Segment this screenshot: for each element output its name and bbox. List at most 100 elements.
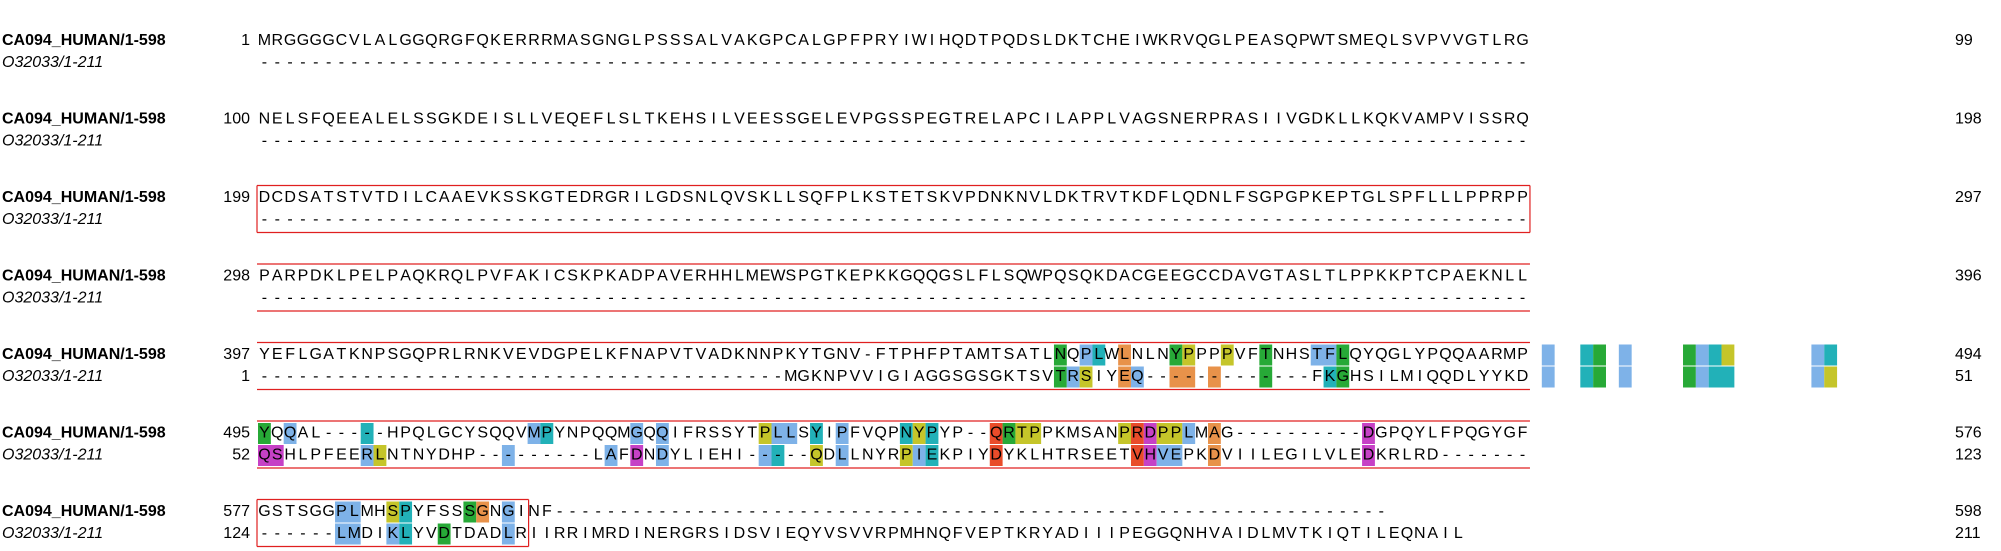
residue: P xyxy=(644,32,655,49)
residue-highlight xyxy=(1593,366,1606,388)
residue: - xyxy=(377,425,382,442)
residue: E xyxy=(670,111,681,128)
residue: - xyxy=(300,54,305,71)
residue: L xyxy=(530,111,539,128)
residue: - xyxy=(1314,211,1319,228)
residue: - xyxy=(827,290,832,307)
residue: S xyxy=(516,189,527,206)
residue: - xyxy=(827,54,832,71)
residue: P xyxy=(567,346,578,363)
residue: - xyxy=(300,290,305,307)
residue: - xyxy=(544,290,549,307)
residue: S xyxy=(1029,32,1040,49)
residue: - xyxy=(865,211,870,228)
residue: Q xyxy=(939,525,951,542)
residue: Q xyxy=(1349,346,1361,363)
residue: Q xyxy=(720,189,732,206)
residue: R xyxy=(554,525,566,542)
residue: - xyxy=(557,133,562,150)
residue: V xyxy=(850,111,861,128)
residue: L xyxy=(1030,447,1039,464)
residue: E xyxy=(362,268,373,285)
residue: K xyxy=(452,111,463,128)
residue: - xyxy=(1109,133,1114,150)
residue: - xyxy=(737,290,742,307)
residue: - xyxy=(1302,54,1307,71)
residue: R xyxy=(438,32,450,49)
residue: S xyxy=(1248,189,1259,206)
residue: K xyxy=(580,268,591,285)
residue: - xyxy=(506,133,511,150)
residue: W xyxy=(1143,32,1159,49)
residue: - xyxy=(621,133,626,150)
residue: - xyxy=(1250,133,1255,150)
residue: P xyxy=(901,346,912,363)
residue: - xyxy=(711,211,716,228)
residue: - xyxy=(403,133,408,150)
residue: F xyxy=(1441,425,1451,442)
residue: - xyxy=(339,133,344,150)
residue: - xyxy=(519,211,524,228)
residue: P xyxy=(1042,268,1053,285)
residue: A xyxy=(362,111,373,128)
residue: I xyxy=(519,503,523,520)
residue: N xyxy=(644,525,656,542)
residue: P xyxy=(336,503,347,520)
residue: - xyxy=(416,54,421,71)
residue: G xyxy=(1298,111,1310,128)
residue: G xyxy=(874,111,886,128)
residue: V xyxy=(1222,447,1233,464)
residue: - xyxy=(1314,290,1319,307)
residue: S xyxy=(1004,346,1015,363)
residue: D xyxy=(1196,189,1208,206)
residue: A xyxy=(1017,346,1028,363)
residue: T xyxy=(889,346,899,363)
residue: K xyxy=(1363,111,1374,128)
residue: - xyxy=(737,211,742,228)
residue: - xyxy=(994,133,999,150)
residue: N xyxy=(695,189,707,206)
residue: G xyxy=(1337,368,1349,385)
residue: I xyxy=(545,525,549,542)
residue: V xyxy=(477,189,488,206)
residue: I xyxy=(1251,447,1255,464)
residue: D xyxy=(657,447,669,464)
residue: - xyxy=(634,290,639,307)
residue: - xyxy=(1006,290,1011,307)
residue: G xyxy=(759,32,771,49)
residue: - xyxy=(673,503,678,520)
residue: Q xyxy=(605,425,617,442)
residue: - xyxy=(1481,290,1486,307)
residue: T xyxy=(1351,189,1361,206)
residue: - xyxy=(557,368,562,385)
residue: - xyxy=(1340,425,1345,442)
residue: P xyxy=(477,268,488,285)
residue: - xyxy=(364,425,369,442)
residue: S xyxy=(785,268,796,285)
residue: - xyxy=(287,54,292,71)
residue: S xyxy=(1081,447,1092,464)
residue: G xyxy=(310,346,322,363)
residue: Q xyxy=(451,268,463,285)
residue: G xyxy=(1465,32,1477,49)
residue: - xyxy=(762,211,767,228)
residue: L xyxy=(1454,189,1463,206)
residue: H xyxy=(387,425,399,442)
residue: Q xyxy=(1131,368,1143,385)
residue: - xyxy=(1237,211,1242,228)
sequence-name: CA094_HUMAN/1-598 xyxy=(2,503,166,520)
residue: V xyxy=(850,525,861,542)
residue: T xyxy=(824,268,834,285)
residue: R xyxy=(1196,111,1208,128)
residue: - xyxy=(891,133,896,150)
residue: T xyxy=(375,189,385,206)
residue: L xyxy=(722,111,731,128)
residue: V xyxy=(1158,447,1169,464)
residue: - xyxy=(981,133,986,150)
residue: P xyxy=(914,111,925,128)
residue: T xyxy=(452,525,462,542)
residue: Q xyxy=(1452,346,1464,363)
residue: - xyxy=(711,368,716,385)
residue: - xyxy=(685,211,690,228)
residue: Q xyxy=(592,425,604,442)
